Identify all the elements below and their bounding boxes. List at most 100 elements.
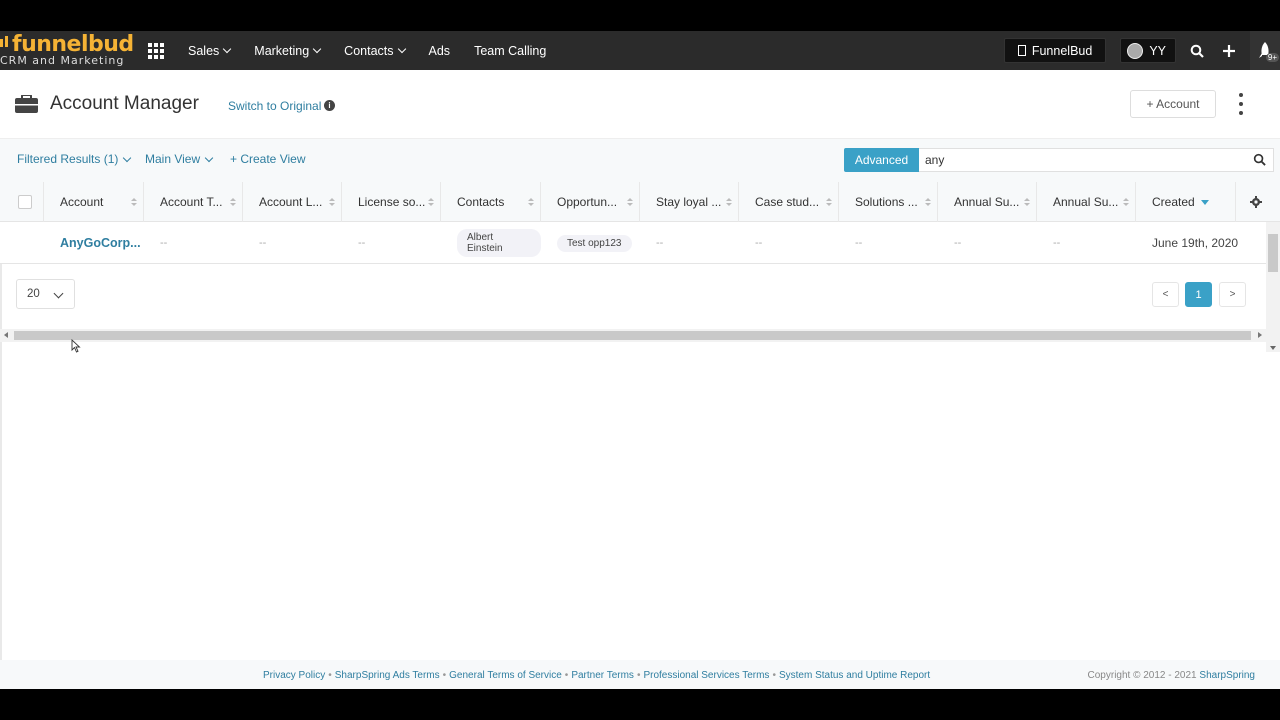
column-header[interactable]: Annual Su...: [938, 182, 1037, 222]
scroll-left-arrow-icon[interactable]: [4, 332, 8, 338]
footer-link-professional-services[interactable]: Professional Services Terms: [643, 670, 769, 681]
brand-tagline: CRM and Marketing: [0, 54, 125, 67]
nav-marketing[interactable]: Marketing: [254, 44, 322, 58]
table-cell: --: [755, 237, 763, 249]
company-button[interactable]: FunnelBud: [1003, 38, 1107, 63]
sort-icon[interactable]: [1024, 198, 1030, 208]
create-view-link[interactable]: + Create View: [230, 152, 306, 166]
list-toolbar: Filtered Results (1) Main View + Create …: [0, 138, 1280, 182]
table-cell: --: [656, 237, 664, 249]
sort-icon[interactable]: [627, 198, 633, 208]
table-cell: --: [1053, 237, 1061, 249]
switch-to-original-link[interactable]: Switch to Original: [228, 99, 321, 113]
mouse-cursor-icon: [71, 339, 81, 353]
sort-icon[interactable]: [329, 198, 335, 208]
column-header[interactable]: Account T...: [144, 182, 243, 222]
column-header[interactable]: Stay loyal ...: [640, 182, 739, 222]
table-cell: --: [954, 237, 962, 249]
column-header-created[interactable]: Created: [1136, 182, 1236, 222]
nav-ads[interactable]: Ads: [429, 44, 451, 58]
footer-link-ads-terms[interactable]: SharpSpring Ads Terms: [335, 670, 440, 681]
account-name-link[interactable]: AnyGoCorp...: [44, 222, 144, 264]
chevron-down-icon: [53, 288, 64, 299]
sort-icon[interactable]: [826, 198, 832, 208]
footer-links: Privacy Policy • SharpSpring Ads Terms •…: [263, 670, 931, 681]
brand-logo[interactable]: funnelbud CRM and Marketing: [0, 32, 140, 68]
add-account-button[interactable]: + Account: [1130, 90, 1216, 118]
notification-badge: 9+: [1265, 53, 1279, 62]
sort-icon[interactable]: [726, 198, 732, 208]
created-date: June 19th, 2020: [1152, 236, 1239, 250]
sort-icon[interactable]: [925, 198, 931, 208]
vertical-scrollbar[interactable]: [1266, 222, 1280, 352]
sort-icon[interactable]: [528, 198, 534, 208]
column-header[interactable]: Account L...: [243, 182, 342, 222]
horizontal-scrollbar[interactable]: [0, 329, 1266, 342]
next-page-button[interactable]: >: [1219, 282, 1246, 307]
table-cell: --: [160, 237, 168, 249]
pagination-row: 20 < 1 >: [0, 265, 1266, 327]
contact-pill[interactable]: Albert Einstein: [457, 229, 541, 257]
main-view-dropdown[interactable]: Main View: [145, 152, 214, 166]
chevron-down-icon: [223, 44, 232, 54]
nav-right: FunnelBud YY 9+: [1003, 31, 1280, 70]
gear-icon[interactable]: [1246, 192, 1266, 212]
logo-mark-icon: [0, 36, 8, 47]
page-title: Account Manager: [50, 93, 199, 114]
user-menu-button[interactable]: YY: [1120, 38, 1176, 63]
copyright: Copyright © 2012 - 2021 SharpSpring: [1087, 670, 1255, 681]
vertical-scroll-thumb[interactable]: [1268, 234, 1278, 272]
copyright-company-link[interactable]: SharpSpring: [1199, 670, 1255, 681]
chevron-down-icon: [204, 153, 214, 162]
scroll-down-arrow-icon[interactable]: [1270, 346, 1276, 350]
building-icon: [1017, 45, 1026, 56]
page-size-select[interactable]: 20: [16, 279, 75, 309]
column-header[interactable]: Opportun...: [541, 182, 640, 222]
search-input[interactable]: [919, 148, 1274, 172]
screen: funnelbud CRM and Marketing Sales Market…: [0, 0, 1280, 720]
info-icon[interactable]: i: [324, 100, 335, 111]
plus-icon[interactable]: [1218, 40, 1240, 62]
prev-page-button[interactable]: <: [1152, 282, 1179, 307]
search-icon[interactable]: [1253, 153, 1266, 166]
rocket-icon[interactable]: 9+: [1250, 31, 1280, 70]
avatar: [1127, 42, 1144, 59]
column-header[interactable]: License so...: [342, 182, 441, 222]
table-cell: --: [855, 237, 863, 249]
more-options-icon[interactable]: [1237, 93, 1245, 115]
column-header[interactable]: Annual Su...: [1037, 182, 1136, 222]
select-all-checkbox[interactable]: [18, 195, 32, 209]
chevron-down-icon: [312, 44, 322, 54]
opportunity-pill[interactable]: Test opp123: [557, 234, 632, 252]
app-grid-icon[interactable]: [148, 43, 164, 59]
search-icon[interactable]: [1186, 40, 1208, 62]
footer-link-general-terms[interactable]: General Terms of Service: [449, 670, 562, 681]
filtered-results-dropdown[interactable]: Filtered Results (1): [17, 152, 132, 166]
horizontal-scroll-thumb[interactable]: [14, 331, 1251, 340]
column-header[interactable]: Case stud...: [739, 182, 839, 222]
sort-descending-icon[interactable]: [1201, 200, 1209, 205]
column-header[interactable]: Account: [44, 182, 144, 222]
table-row[interactable]: AnyGoCorp... -- -- -- Albert Einstein Te…: [0, 222, 1280, 264]
chevron-down-icon: [397, 44, 406, 54]
accounts-table: Account Account T... Account L... Licens…: [0, 182, 1280, 264]
page-1-button[interactable]: 1: [1185, 282, 1212, 307]
nav-contacts[interactable]: Contacts: [344, 44, 406, 58]
app-window: funnelbud CRM and Marketing Sales Market…: [0, 31, 1280, 689]
select-all-cell: [0, 182, 44, 222]
footer-link-partner-terms[interactable]: Partner Terms: [571, 670, 634, 681]
sort-icon[interactable]: [428, 198, 434, 208]
column-header[interactable]: Solutions ...: [839, 182, 938, 222]
footer-link-system-status[interactable]: System Status and Uptime Report: [779, 670, 930, 681]
nav-sales[interactable]: Sales: [188, 44, 232, 58]
sort-icon[interactable]: [131, 198, 137, 208]
opportunity-cell: Test opp123: [541, 222, 640, 264]
table-header: Account Account T... Account L... Licens…: [0, 182, 1280, 222]
scroll-right-arrow-icon[interactable]: [1258, 332, 1262, 338]
sort-icon[interactable]: [230, 198, 236, 208]
advanced-search-button[interactable]: Advanced: [844, 148, 919, 172]
nav-team-calling[interactable]: Team Calling: [474, 44, 546, 58]
column-header[interactable]: Contacts: [441, 182, 541, 222]
sort-icon[interactable]: [1123, 198, 1129, 208]
footer-link-privacy[interactable]: Privacy Policy: [263, 670, 325, 681]
